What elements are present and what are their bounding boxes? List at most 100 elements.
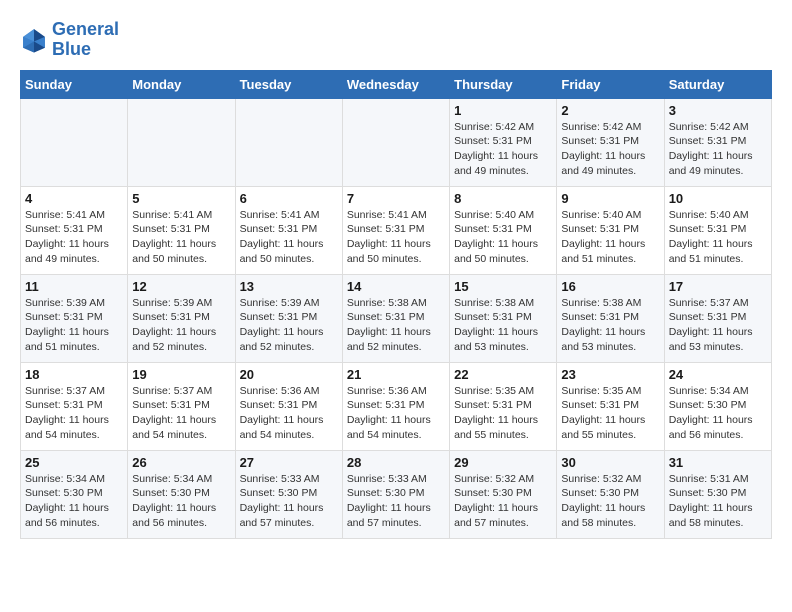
calendar-week-row: 1 Sunrise: 5:42 AM Sunset: 5:31 PM Daylig…	[21, 98, 772, 186]
calendar-cell: 16 Sunrise: 5:38 AM Sunset: 5:31 PM Dayli…	[557, 274, 664, 362]
day-number: 5	[132, 191, 230, 206]
day-info: Sunrise: 5:31 AM Sunset: 5:30 PM Dayligh…	[669, 472, 767, 531]
day-info: Sunrise: 5:37 AM Sunset: 5:31 PM Dayligh…	[25, 384, 123, 443]
calendar-cell: 7 Sunrise: 5:41 AM Sunset: 5:31 PM Daylig…	[342, 186, 449, 274]
day-number: 2	[561, 103, 659, 118]
day-info: Sunrise: 5:32 AM Sunset: 5:30 PM Dayligh…	[454, 472, 552, 531]
day-number: 21	[347, 367, 445, 382]
day-info: Sunrise: 5:40 AM Sunset: 5:31 PM Dayligh…	[561, 208, 659, 267]
day-number: 27	[240, 455, 338, 470]
calendar-cell: 26 Sunrise: 5:34 AM Sunset: 5:30 PM Dayli…	[128, 450, 235, 538]
day-info: Sunrise: 5:41 AM Sunset: 5:31 PM Dayligh…	[132, 208, 230, 267]
calendar-cell: 28Sunrise: 5:33 AM Sunset: 5:30 PM Dayli…	[342, 450, 449, 538]
day-info: Sunrise: 5:36 AM Sunset: 5:31 PM Dayligh…	[240, 384, 338, 443]
calendar-cell: 20 Sunrise: 5:36 AM Sunset: 5:31 PM Dayli…	[235, 362, 342, 450]
calendar-cell: 9 Sunrise: 5:40 AM Sunset: 5:31 PM Daylig…	[557, 186, 664, 274]
calendar-cell: 1Sunrise: 5:42 AM Sunset: 5:31 PM Daylig…	[450, 98, 557, 186]
day-number: 6	[240, 191, 338, 206]
day-number: 9	[561, 191, 659, 206]
day-info: Sunrise: 5:37 AM Sunset: 5:31 PM Dayligh…	[132, 384, 230, 443]
page-header: GeneralBlue	[20, 20, 772, 60]
calendar-cell: 13Sunrise: 5:39 AM Sunset: 5:31 PM Dayli…	[235, 274, 342, 362]
day-number: 30	[561, 455, 659, 470]
calendar-cell: 4 Sunrise: 5:41 AM Sunset: 5:31 PM Daylig…	[21, 186, 128, 274]
day-number: 4	[25, 191, 123, 206]
calendar-cell	[235, 98, 342, 186]
day-number: 31	[669, 455, 767, 470]
day-number: 26	[132, 455, 230, 470]
day-info: Sunrise: 5:35 AM Sunset: 5:31 PM Dayligh…	[454, 384, 552, 443]
day-number: 8	[454, 191, 552, 206]
day-info: Sunrise: 5:41 AM Sunset: 5:31 PM Dayligh…	[347, 208, 445, 267]
day-number: 10	[669, 191, 767, 206]
day-number: 20	[240, 367, 338, 382]
calendar-week-row: 11Sunrise: 5:39 AM Sunset: 5:31 PM Dayli…	[21, 274, 772, 362]
calendar-week-row: 25 Sunrise: 5:34 AM Sunset: 5:30 PM Dayli…	[21, 450, 772, 538]
calendar-cell: 12Sunrise: 5:39 AM Sunset: 5:31 PM Dayli…	[128, 274, 235, 362]
day-info: Sunrise: 5:39 AM Sunset: 5:31 PM Dayligh…	[25, 296, 123, 355]
calendar-cell: 14 Sunrise: 5:38 AM Sunset: 5:31 PM Dayli…	[342, 274, 449, 362]
day-info: Sunrise: 5:41 AM Sunset: 5:31 PM Dayligh…	[240, 208, 338, 267]
calendar-cell: 29 Sunrise: 5:32 AM Sunset: 5:30 PM Dayli…	[450, 450, 557, 538]
weekday-header-sunday: Sunday	[21, 70, 128, 98]
day-number: 16	[561, 279, 659, 294]
day-info: Sunrise: 5:34 AM Sunset: 5:30 PM Dayligh…	[132, 472, 230, 531]
day-number: 28	[347, 455, 445, 470]
logo-icon	[20, 26, 48, 54]
calendar-week-row: 18Sunrise: 5:37 AM Sunset: 5:31 PM Dayli…	[21, 362, 772, 450]
day-number: 29	[454, 455, 552, 470]
calendar-cell	[128, 98, 235, 186]
weekday-header-saturday: Saturday	[664, 70, 771, 98]
weekday-header-wednesday: Wednesday	[342, 70, 449, 98]
day-number: 1	[454, 103, 552, 118]
day-info: Sunrise: 5:42 AM Sunset: 5:31 PM Dayligh…	[669, 120, 767, 179]
calendar-cell: 17Sunrise: 5:37 AM Sunset: 5:31 PM Dayli…	[664, 274, 771, 362]
day-number: 14	[347, 279, 445, 294]
day-number: 24	[669, 367, 767, 382]
calendar-cell: 27 Sunrise: 5:33 AM Sunset: 5:30 PM Dayli…	[235, 450, 342, 538]
calendar-cell: 24 Sunrise: 5:34 AM Sunset: 5:30 PM Dayli…	[664, 362, 771, 450]
day-number: 23	[561, 367, 659, 382]
weekday-header-friday: Friday	[557, 70, 664, 98]
day-info: Sunrise: 5:36 AM Sunset: 5:31 PM Dayligh…	[347, 384, 445, 443]
day-info: Sunrise: 5:41 AM Sunset: 5:31 PM Dayligh…	[25, 208, 123, 267]
day-info: Sunrise: 5:34 AM Sunset: 5:30 PM Dayligh…	[669, 384, 767, 443]
day-info: Sunrise: 5:32 AM Sunset: 5:30 PM Dayligh…	[561, 472, 659, 531]
logo-text: GeneralBlue	[52, 20, 119, 60]
weekday-header-monday: Monday	[128, 70, 235, 98]
day-info: Sunrise: 5:35 AM Sunset: 5:31 PM Dayligh…	[561, 384, 659, 443]
day-number: 7	[347, 191, 445, 206]
calendar-cell: 22 Sunrise: 5:35 AM Sunset: 5:31 PM Dayli…	[450, 362, 557, 450]
calendar-cell: 6 Sunrise: 5:41 AM Sunset: 5:31 PM Daylig…	[235, 186, 342, 274]
day-number: 19	[132, 367, 230, 382]
calendar-week-row: 4 Sunrise: 5:41 AM Sunset: 5:31 PM Daylig…	[21, 186, 772, 274]
calendar-cell: 18Sunrise: 5:37 AM Sunset: 5:31 PM Dayli…	[21, 362, 128, 450]
day-info: Sunrise: 5:39 AM Sunset: 5:31 PM Dayligh…	[132, 296, 230, 355]
calendar-cell: 30 Sunrise: 5:32 AM Sunset: 5:30 PM Dayli…	[557, 450, 664, 538]
calendar-cell: 21 Sunrise: 5:36 AM Sunset: 5:31 PM Dayli…	[342, 362, 449, 450]
weekday-header-thursday: Thursday	[450, 70, 557, 98]
calendar-cell: 10 Sunrise: 5:40 AM Sunset: 5:31 PM Dayli…	[664, 186, 771, 274]
day-info: Sunrise: 5:38 AM Sunset: 5:31 PM Dayligh…	[561, 296, 659, 355]
calendar-cell: 19 Sunrise: 5:37 AM Sunset: 5:31 PM Dayli…	[128, 362, 235, 450]
day-info: Sunrise: 5:38 AM Sunset: 5:31 PM Dayligh…	[347, 296, 445, 355]
day-info: Sunrise: 5:33 AM Sunset: 5:30 PM Dayligh…	[240, 472, 338, 531]
calendar-cell: 8Sunrise: 5:40 AM Sunset: 5:31 PM Daylig…	[450, 186, 557, 274]
weekday-header-tuesday: Tuesday	[235, 70, 342, 98]
day-info: Sunrise: 5:40 AM Sunset: 5:31 PM Dayligh…	[669, 208, 767, 267]
calendar-cell: 2 Sunrise: 5:42 AM Sunset: 5:31 PM Daylig…	[557, 98, 664, 186]
day-number: 25	[25, 455, 123, 470]
day-info: Sunrise: 5:34 AM Sunset: 5:30 PM Dayligh…	[25, 472, 123, 531]
day-number: 22	[454, 367, 552, 382]
calendar-cell: 15Sunrise: 5:38 AM Sunset: 5:31 PM Dayli…	[450, 274, 557, 362]
calendar-table: SundayMondayTuesdayWednesdayThursdayFrid…	[20, 70, 772, 539]
day-number: 3	[669, 103, 767, 118]
day-info: Sunrise: 5:42 AM Sunset: 5:31 PM Dayligh…	[561, 120, 659, 179]
calendar-cell: 25 Sunrise: 5:34 AM Sunset: 5:30 PM Dayli…	[21, 450, 128, 538]
day-number: 15	[454, 279, 552, 294]
calendar-cell: 5 Sunrise: 5:41 AM Sunset: 5:31 PM Daylig…	[128, 186, 235, 274]
calendar-cell	[342, 98, 449, 186]
day-info: Sunrise: 5:37 AM Sunset: 5:31 PM Dayligh…	[669, 296, 767, 355]
calendar-cell	[21, 98, 128, 186]
calendar-cell: 23 Sunrise: 5:35 AM Sunset: 5:31 PM Dayli…	[557, 362, 664, 450]
